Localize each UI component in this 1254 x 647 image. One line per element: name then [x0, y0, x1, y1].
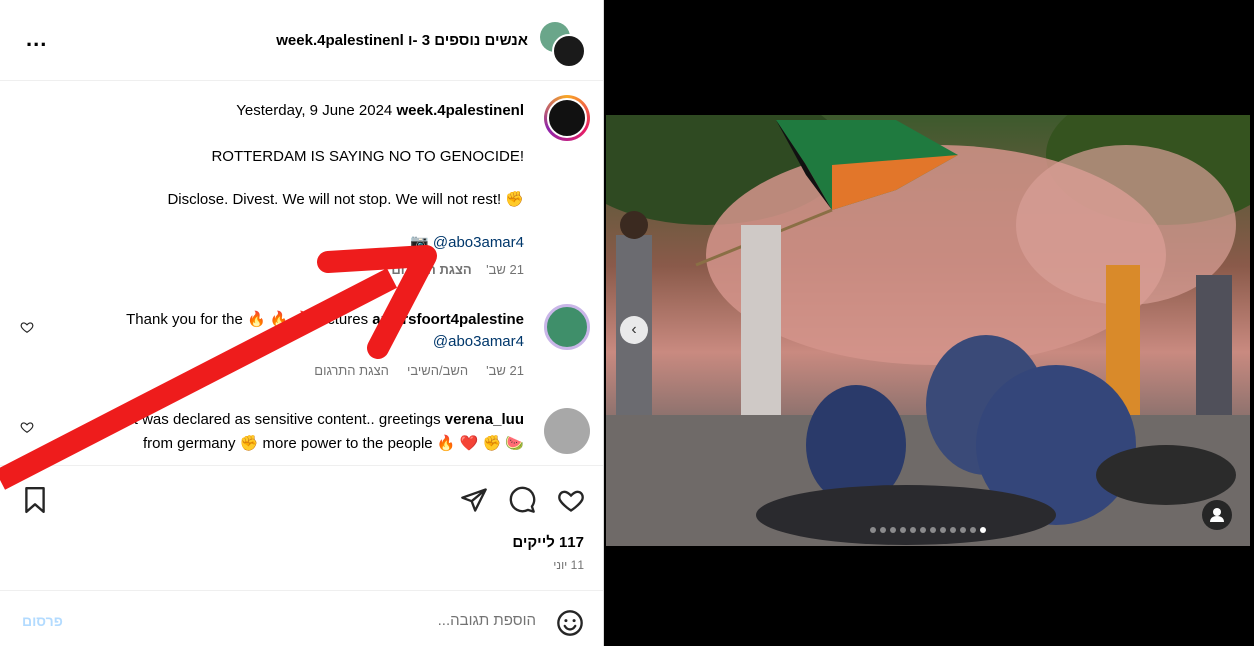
more-options-icon[interactable]: ...: [26, 26, 47, 52]
comment-translate-link[interactable]: הצגת התרגום: [314, 363, 389, 378]
comment-box: פרסום הוספת תגובה...: [0, 590, 604, 647]
tagged-people-button[interactable]: [1202, 500, 1232, 530]
post-photo[interactable]: [606, 115, 1250, 546]
carousel-dot: [970, 527, 976, 533]
comment-text: Thank you for the 🔥 🔥 🔥 pictures amersfo…: [126, 310, 524, 328]
post-details-panel: ... אנשים נוספים 3 -ו week.4palestinenl …: [0, 0, 604, 646]
user-tag-icon: [1210, 508, 1224, 522]
comment-like-heart-icon[interactable]: [20, 320, 34, 334]
carousel-dot: [890, 527, 896, 533]
post-header: ... אנשים נוספים 3 -ו week.4palestinenl: [0, 0, 604, 81]
share-icon[interactable]: [460, 486, 488, 514]
comment-meta: 21 שב' השב/השיבי הצגת התרגום: [314, 363, 524, 378]
add-comment-input[interactable]: הוספת תגובה...: [438, 612, 536, 629]
carousel-dot: [960, 527, 966, 533]
carousel-dot: [900, 527, 906, 533]
carousel-dots: [870, 520, 990, 533]
caption-line-2: Disclose. Divest. We will not stop. We w…: [167, 191, 524, 208]
post-author-title[interactable]: אנשים נוספים 3 -ו week.4palestinenl: [276, 32, 528, 49]
emoji-icon[interactable]: [556, 609, 584, 637]
carousel-dot: [950, 527, 956, 533]
caption-line-1: ROTTERDAM IS SAYING NO TO GENOCIDE!: [211, 148, 524, 165]
comment-text: Post was declared as sensitive content..…: [108, 411, 524, 428]
carousel-dot: [940, 527, 946, 533]
caption-meta: 21 שב' הצגת התרגום: [391, 262, 524, 277]
caption-time[interactable]: 21 שב': [486, 262, 524, 277]
comment-body-line-2: from germany ✊ more power to the people …: [142, 435, 524, 452]
camera-emoji: 📷: [410, 234, 429, 251]
carousel-dot: [880, 527, 886, 533]
action-bar: 117 לייקים 11 יוני: [0, 465, 604, 601]
post-date[interactable]: 11 יוני: [553, 558, 584, 572]
post-comment-button[interactable]: פרסום: [22, 613, 63, 629]
caption-author-avatar[interactable]: [544, 95, 590, 141]
comment-user[interactable]: amersfoort4palestine: [372, 311, 524, 328]
caption-translate-link[interactable]: הצגת התרגום: [391, 262, 471, 277]
caption-date: Yesterday, 9 June 2024: [236, 102, 393, 119]
previous-image-button[interactable]: ‹: [620, 316, 648, 344]
comment-time[interactable]: 21 שב': [486, 363, 524, 378]
comment-body: Post was declared as sensitive content..…: [107, 411, 441, 428]
photo-scene: [606, 115, 1250, 546]
comment-like-heart-icon[interactable]: [20, 420, 34, 434]
likes-count[interactable]: 117 לייקים: [512, 534, 584, 551]
caption-mention-link[interactable]: @abo3amar4: [433, 234, 524, 251]
caption-header: Yesterday, 9 June 2024 week.4palestinenl: [236, 102, 524, 119]
comment-reply-button[interactable]: השב/השיבי: [407, 363, 468, 378]
carousel-dot: [920, 527, 926, 533]
comment-mention-link[interactable]: @abo3amar4: [433, 333, 524, 350]
carousel-dot: [870, 527, 876, 533]
comment-avatar[interactable]: [544, 408, 590, 454]
bookmark-icon[interactable]: [22, 486, 48, 514]
caption-mention-line: 📷 @abo3amar4: [410, 233, 524, 251]
heart-icon[interactable]: [556, 486, 586, 514]
comment-avatar[interactable]: [544, 304, 590, 350]
caption-author[interactable]: week.4palestinenl: [396, 102, 524, 119]
carousel-dot: [980, 527, 986, 533]
comment-mention-line: @abo3amar4: [433, 333, 524, 350]
carousel-dot: [910, 527, 916, 533]
comment-body: Thank you for the 🔥 🔥 🔥 pictures: [126, 311, 369, 328]
carousel-dot: [930, 527, 936, 533]
comment-icon[interactable]: [508, 486, 536, 514]
collaborator-avatar[interactable]: [552, 34, 586, 68]
comment-user[interactable]: verena_luu: [445, 411, 524, 428]
